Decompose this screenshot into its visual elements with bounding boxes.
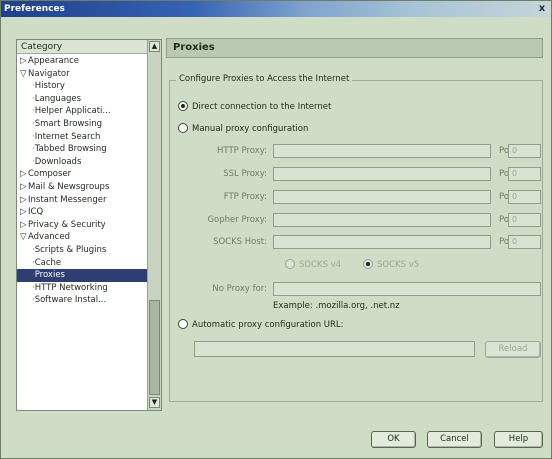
- category-item-label: Appearance: [28, 56, 80, 66]
- category-item-label: Software Instal...: [34, 295, 107, 306]
- http-port-input[interactable]: 0: [508, 144, 541, 158]
- manual-label: Manual proxy configuration: [192, 124, 309, 134]
- category-item[interactable]: ▷ICQ: [17, 206, 147, 219]
- category-item[interactable]: ·Cache: [17, 257, 147, 270]
- category-item[interactable]: ▷Composer: [17, 168, 147, 181]
- direct-label: Direct connection to the Internet: [192, 102, 332, 112]
- scroll-down-icon[interactable]: ▼: [149, 397, 160, 408]
- category-item[interactable]: ·Proxies: [17, 269, 147, 282]
- http-proxy-input[interactable]: [273, 144, 491, 158]
- no-proxy-input[interactable]: [273, 282, 541, 296]
- window-title: Preferences: [4, 4, 65, 14]
- expanded-twisty-icon[interactable]: ▽: [20, 231, 28, 244]
- category-item-label: Languages: [34, 93, 82, 104]
- ssl-proxy-input[interactable]: [273, 167, 491, 181]
- category-item-label: Internet Search: [34, 131, 101, 142]
- category-item[interactable]: ·Downloads: [17, 156, 147, 169]
- category-item-label: Privacy & Security: [28, 219, 106, 230]
- socks-port-input[interactable]: 0: [508, 235, 541, 249]
- socks-v4-radio[interactable]: [285, 258, 295, 269]
- category-item[interactable]: ▷Appearance: [17, 55, 147, 68]
- category-scrollbar[interactable]: ▲ ▼: [147, 40, 161, 410]
- category-item[interactable]: ·History: [17, 80, 147, 93]
- ssl-proxy-label: SSL Proxy:: [223, 169, 267, 179]
- gopher-port-input[interactable]: 0: [508, 213, 541, 227]
- http-proxy-label: HTTP Proxy:: [217, 146, 267, 156]
- category-item-label: Cache: [34, 257, 62, 268]
- collapsed-twisty-icon[interactable]: ▷: [20, 194, 28, 207]
- socks-host-label: SOCKS Host:: [213, 237, 267, 247]
- socks-v5-radio[interactable]: [363, 258, 373, 269]
- category-item[interactable]: ·Internet Search: [17, 131, 147, 144]
- category-header[interactable]: Category: [17, 40, 147, 54]
- category-item-label: ICQ: [28, 207, 44, 218]
- auto-proxy-option[interactable]: Automatic proxy configuration URL:: [178, 318, 344, 331]
- collapsed-twisty-icon[interactable]: ▷: [20, 206, 28, 219]
- category-item-label: History: [34, 81, 65, 92]
- ftp-proxy-label: FTP Proxy:: [223, 192, 267, 202]
- title-bar: Preferences x: [1, 1, 551, 17]
- ok-button[interactable]: OK: [371, 431, 416, 448]
- category-item[interactable]: ·Languages: [17, 93, 147, 106]
- category-item-label: Advanced: [28, 232, 70, 243]
- ssl-port-input[interactable]: 0: [508, 167, 541, 181]
- category-item-label: Instant Messenger: [28, 194, 107, 205]
- group-legend: Configure Proxies to Access the Internet: [176, 74, 353, 84]
- category-item-label: Scripts & Plugins: [34, 244, 107, 255]
- category-item[interactable]: ·Smart Browsing: [17, 118, 147, 131]
- collapsed-twisty-icon[interactable]: ▷: [20, 219, 28, 232]
- category-item[interactable]: ·Helper Applicati...: [17, 105, 147, 118]
- category-item[interactable]: ·HTTP Networking: [17, 282, 147, 295]
- category-item[interactable]: ·Scripts & Plugins: [17, 244, 147, 257]
- ftp-port-input[interactable]: 0: [508, 190, 541, 204]
- socks-v5-option[interactable]: SOCKS v5: [363, 258, 420, 271]
- help-button[interactable]: Help: [494, 431, 543, 448]
- gopher-proxy-input[interactable]: [273, 213, 491, 227]
- socks-v5-label: SOCKS v5: [377, 260, 420, 270]
- socks-v4-label: SOCKS v4: [299, 260, 342, 270]
- category-item-label: Mail & Newsgroups: [28, 181, 110, 192]
- scrollbar-thumb[interactable]: [149, 300, 160, 395]
- category-list: ▷Appearance ▽Navigator ·History ·Languages ·…: [17, 55, 147, 307]
- collapsed-twisty-icon[interactable]: ▷: [20, 168, 28, 181]
- collapsed-twisty-icon[interactable]: ▷: [20, 55, 28, 68]
- category-item[interactable]: ▷Instant Messenger: [17, 194, 147, 207]
- category-item[interactable]: ·Software Instal...: [17, 294, 147, 307]
- category-item[interactable]: ▷Privacy & Security: [17, 219, 147, 232]
- auto-label: Automatic proxy configuration URL:: [192, 320, 344, 330]
- category-item[interactable]: ▽Navigator: [17, 68, 147, 81]
- reload-button[interactable]: Reload: [485, 341, 541, 358]
- category-tree: Category ▷Appearance ▽Navigator ·History ·L…: [16, 39, 162, 411]
- close-icon[interactable]: x: [536, 3, 548, 15]
- category-item[interactable]: ▽Advanced: [17, 231, 147, 244]
- direct-connection-option[interactable]: Direct connection to the Internet: [178, 100, 332, 113]
- socks-host-input[interactable]: [273, 235, 491, 249]
- preferences-window: Preferences x Category ▷Appearance ▽Navig…: [0, 0, 552, 459]
- no-proxy-example: Example: .mozilla.org, .net.nz: [273, 301, 400, 311]
- gopher-proxy-label: Gopher Proxy:: [207, 215, 267, 225]
- category-item-label: Proxies: [34, 270, 65, 281]
- direct-radio[interactable]: [178, 100, 188, 111]
- panel-title: Proxies: [166, 38, 543, 58]
- collapsed-twisty-icon[interactable]: ▷: [20, 181, 28, 194]
- category-item-label: Smart Browsing: [34, 118, 102, 129]
- category-item-label: Tabbed Browsing: [34, 144, 107, 155]
- manual-proxy-option[interactable]: Manual proxy configuration: [178, 122, 309, 135]
- scroll-up-icon[interactable]: ▲: [149, 41, 160, 52]
- category-item-label: Helper Applicati...: [34, 106, 111, 117]
- socks-v4-option[interactable]: SOCKS v4: [285, 258, 342, 271]
- category-item-label: Navigator: [28, 68, 70, 79]
- expanded-twisty-icon[interactable]: ▽: [20, 68, 28, 81]
- category-item-label: Composer: [28, 169, 72, 180]
- cancel-button[interactable]: Cancel: [427, 431, 482, 448]
- auto-url-input[interactable]: [194, 341, 475, 357]
- category-item-label: Downloads: [34, 156, 82, 167]
- ftp-proxy-input[interactable]: [273, 190, 491, 204]
- category-item[interactable]: ▷Mail & Newsgroups: [17, 181, 147, 194]
- auto-radio[interactable]: [178, 318, 188, 329]
- no-proxy-label: No Proxy for:: [212, 284, 267, 294]
- category-item-label: HTTP Networking: [34, 282, 108, 293]
- category-item[interactable]: ·Tabbed Browsing: [17, 143, 147, 156]
- manual-radio[interactable]: [178, 122, 188, 133]
